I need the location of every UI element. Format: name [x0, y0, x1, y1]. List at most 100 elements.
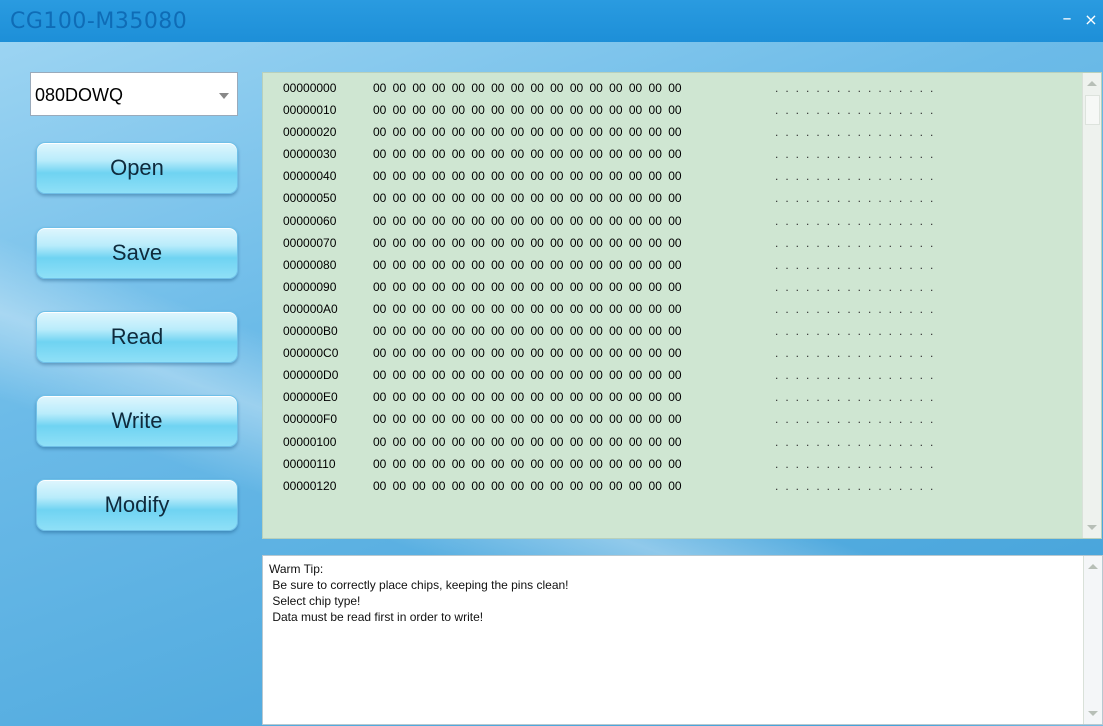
hex-address: 00000090: [283, 279, 337, 294]
hex-row[interactable]: 00000090 00 00 00 00 00 00 00 00 00 00 00…: [263, 276, 1081, 298]
hex-row[interactable]: 00000020 00 00 00 00 00 00 00 00 00 00 00…: [263, 121, 1081, 143]
hex-bytes[interactable]: 00 00 00 00 00 00 00 00 00 00 00 00 00 0…: [373, 412, 682, 426]
tip-line: Warm Tip:: [269, 562, 324, 576]
tip-line: Data must be read first in order to writ…: [269, 610, 484, 624]
hex-row[interactable]: 00000110 00 00 00 00 00 00 00 00 00 00 00…: [263, 453, 1081, 475]
close-icon[interactable]: ×: [1081, 10, 1101, 29]
hex-ascii: ................: [775, 456, 941, 471]
hex-address: 00000100: [283, 434, 337, 449]
hex-row[interactable]: 00000040 00 00 00 00 00 00 00 00 00 00 00…: [263, 165, 1081, 187]
hex-ascii: ................: [775, 257, 941, 272]
window-title: CG100-M35080: [10, 9, 188, 34]
hex-row[interactable]: 000000E0 00 00 00 00 00 00 00 00 00 00 00…: [263, 386, 1081, 408]
hex-bytes[interactable]: 00 00 00 00 00 00 00 00 00 00 00 00 00 0…: [373, 191, 682, 205]
hex-ascii: ................: [775, 125, 941, 140]
hex-address: 00000050: [283, 191, 337, 206]
hex-ascii: ................: [775, 412, 941, 427]
chip-type-select[interactable]: 080DOWQ: [30, 72, 238, 116]
hex-ascii: ................: [775, 191, 941, 206]
hex-address: 00000000: [283, 81, 337, 95]
hex-ascii: ................: [775, 390, 941, 405]
read-button[interactable]: Read: [36, 311, 238, 363]
hex-address: 000000C0: [283, 346, 339, 361]
hex-address: 00000120: [283, 478, 337, 493]
scroll-up-icon[interactable]: [1087, 81, 1097, 86]
hex-ascii: ................: [775, 213, 941, 228]
hex-row[interactable]: 000000A0 00 00 00 00 00 00 00 00 00 00 00…: [263, 298, 1081, 320]
hex-row[interactable]: 00000080 00 00 00 00 00 00 00 00 00 00 00…: [263, 254, 1081, 276]
write-button[interactable]: Write: [36, 395, 238, 447]
hex-address: 00000080: [283, 257, 337, 272]
chip-type-value: 080DOWQ: [35, 85, 124, 105]
hex-bytes[interactable]: 00 00 00 00 00 00 00 00 00 00 00 00 00 0…: [373, 169, 682, 183]
tip-line: Select chip type!: [269, 594, 361, 608]
open-button[interactable]: Open: [36, 142, 238, 194]
title-bar[interactable]: CG100-M35080 – ×: [0, 0, 1103, 42]
hex-address: 000000D0: [283, 368, 339, 383]
warm-tip-panel[interactable]: Warm Tip: Be sure to correctly place chi…: [262, 555, 1103, 725]
hex-bytes[interactable]: 00 00 00 00 00 00 00 00 00 00 00 00 00 0…: [373, 302, 682, 316]
hex-bytes[interactable]: 00 00 00 00 00 00 00 00 00 00 00 00 00 0…: [373, 435, 682, 449]
hex-ascii: ................: [775, 434, 941, 449]
hex-row[interactable]: 00000070 00 00 00 00 00 00 00 00 00 00 00…: [263, 232, 1081, 254]
hex-row[interactable]: 00000010 00 00 00 00 00 00 00 00 00 00 00…: [263, 99, 1081, 121]
hex-bytes[interactable]: 00 00 00 00 00 00 00 00 00 00 00 00 00 0…: [373, 280, 682, 294]
hex-row[interactable]: 00000100 00 00 00 00 00 00 00 00 00 00 00…: [263, 431, 1081, 453]
hex-ascii: ................: [775, 169, 941, 184]
hex-row[interactable]: 000000F0 00 00 00 00 00 00 00 00 00 00 00…: [263, 408, 1081, 430]
scroll-down-icon[interactable]: [1087, 525, 1097, 530]
hex-bytes[interactable]: 00 00 00 00 00 00 00 00 00 00 00 00 00 0…: [373, 236, 682, 250]
scroll-up-icon[interactable]: [1088, 564, 1098, 569]
tip-line: Be sure to correctly place chips, keepin…: [269, 578, 569, 592]
hex-ascii: ................: [775, 324, 941, 339]
hex-address: 00000030: [283, 147, 337, 162]
hex-bytes[interactable]: 00 00 00 00 00 00 00 00 00 00 00 00 00 0…: [373, 390, 682, 404]
hex-row[interactable]: 00000050 00 00 00 00 00 00 00 00 00 00 00…: [263, 187, 1081, 209]
hex-bytes[interactable]: 00 00 00 00 00 00 00 00 00 00 00 00 00 0…: [373, 324, 682, 338]
hex-bytes[interactable]: 00 00 00 00 00 00 00 00 00 00 00 00 00 0…: [373, 147, 682, 161]
hex-row[interactable]: 00000060 00 00 00 00 00 00 00 00 00 00 00…: [263, 210, 1081, 232]
hex-bytes[interactable]: 00 00 00 00 00 00 00 00 00 00 00 00 00 0…: [373, 125, 682, 139]
hex-address: 00000010: [283, 103, 337, 118]
hex-bytes[interactable]: 00 00 00 00 00 00 00 00 00 00 00 00 00 0…: [373, 258, 682, 272]
hex-ascii: ................: [775, 478, 941, 493]
hex-bytes[interactable]: 00 00 00 00 00 00 00 00 00 00 00 00 00 0…: [373, 81, 682, 95]
hex-row[interactable]: 000000B0 00 00 00 00 00 00 00 00 00 00 00…: [263, 320, 1081, 342]
hex-bytes[interactable]: 00 00 00 00 00 00 00 00 00 00 00 00 00 0…: [373, 457, 682, 471]
save-button[interactable]: Save: [36, 227, 238, 279]
hex-bytes[interactable]: 00 00 00 00 00 00 00 00 00 00 00 00 00 0…: [373, 479, 682, 493]
hex-bytes[interactable]: 00 00 00 00 00 00 00 00 00 00 00 00 00 0…: [373, 103, 682, 117]
hex-row[interactable]: 000000D0 00 00 00 00 00 00 00 00 00 00 00…: [263, 364, 1081, 386]
hex-row[interactable]: 000000C0 00 00 00 00 00 00 00 00 00 00 00…: [263, 342, 1081, 364]
hex-row[interactable]: 00000000 00 00 00 00 00 00 00 00 00 00 00…: [263, 77, 1081, 99]
hex-ascii: ................: [775, 147, 941, 162]
hex-ascii: ................: [775, 235, 941, 250]
hex-ascii: ................: [775, 368, 941, 383]
hex-row[interactable]: 00000030 00 00 00 00 00 00 00 00 00 00 00…: [263, 143, 1081, 165]
tip-scrollbar[interactable]: [1083, 556, 1102, 724]
scroll-thumb[interactable]: [1085, 95, 1100, 125]
hex-bytes[interactable]: 00 00 00 00 00 00 00 00 00 00 00 00 00 0…: [373, 368, 682, 382]
minimize-icon[interactable]: –: [1057, 8, 1077, 29]
hex-address: 000000A0: [283, 301, 338, 316]
hex-bytes[interactable]: 00 00 00 00 00 00 00 00 00 00 00 00 00 0…: [373, 214, 682, 228]
tip-lines: Warm Tip: Be sure to correctly place chi…: [269, 561, 569, 625]
hex-address: 000000B0: [283, 324, 338, 339]
hex-ascii: ................: [775, 103, 941, 118]
hex-address: 00000020: [283, 125, 337, 140]
hex-ascii: ................: [775, 279, 941, 294]
hex-ascii: ................: [775, 81, 941, 95]
scroll-down-icon[interactable]: [1088, 711, 1098, 716]
hex-address: 000000E0: [283, 390, 338, 405]
hex-view[interactable]: 00000000 00 00 00 00 00 00 00 00 00 00 00…: [262, 72, 1102, 539]
hex-row[interactable]: 00000120 00 00 00 00 00 00 00 00 00 00 00…: [263, 475, 1081, 497]
chevron-down-icon[interactable]: [219, 93, 229, 99]
app-window: CG100-M35080 – × 080DOWQ Open Save Read …: [0, 0, 1103, 726]
hex-ascii: ................: [775, 346, 941, 361]
hex-scrollbar[interactable]: [1082, 73, 1101, 538]
hex-ascii: ................: [775, 301, 941, 316]
modify-button[interactable]: Modify: [36, 479, 238, 531]
hex-address: 00000060: [283, 213, 337, 228]
hex-address: 00000040: [283, 169, 337, 184]
hex-bytes[interactable]: 00 00 00 00 00 00 00 00 00 00 00 00 00 0…: [373, 346, 682, 360]
